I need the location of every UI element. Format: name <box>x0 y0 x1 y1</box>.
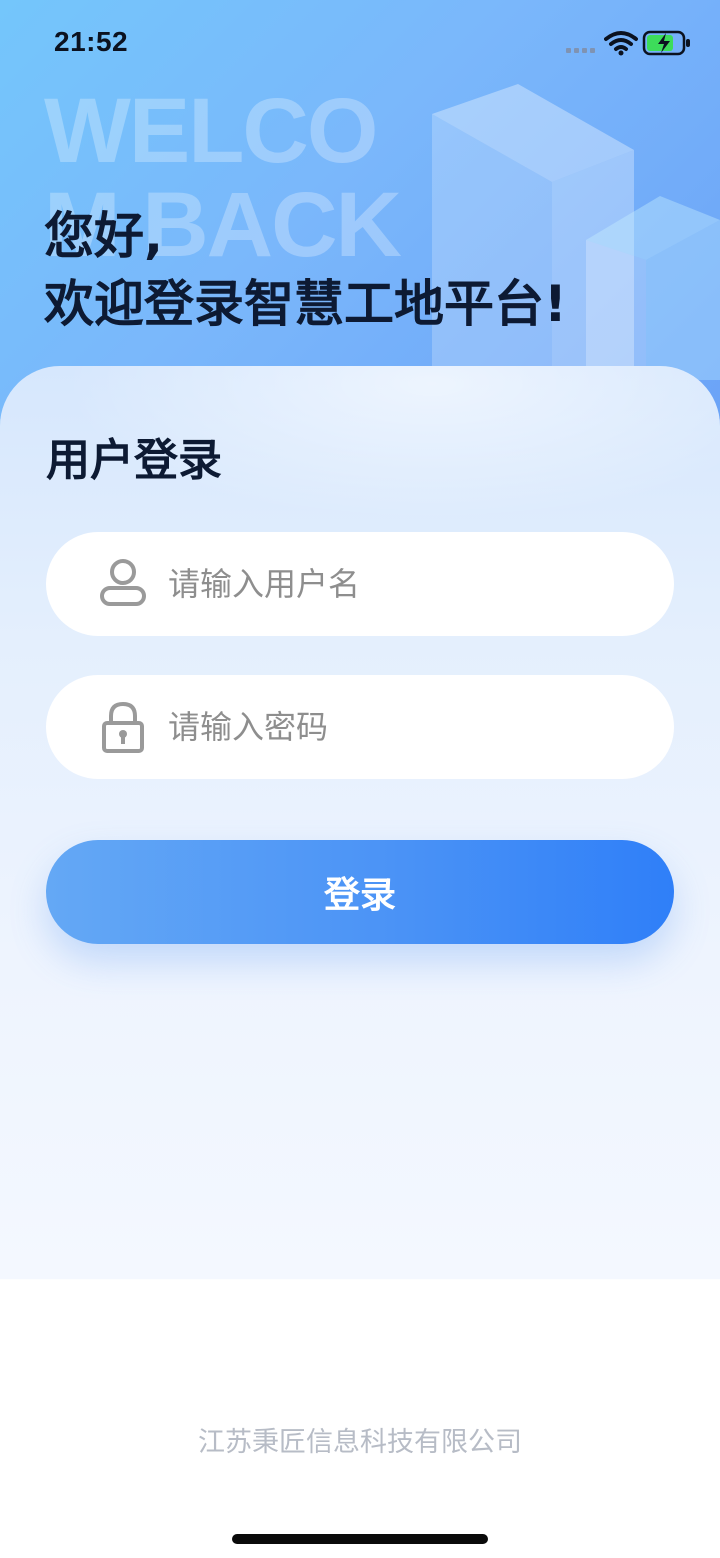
greeting: 您好, 欢迎登录智慧工地平台! <box>44 202 567 338</box>
status-time: 21:52 <box>54 26 129 57</box>
login-button[interactable]: 登录 <box>46 840 674 944</box>
greeting-line-1: 您好, <box>44 207 163 265</box>
lock-icon <box>102 701 144 753</box>
wifi-icon <box>604 31 638 56</box>
greeting-line-2: 欢迎登录智慧工地平台! <box>44 275 567 333</box>
login-card: 用户登录 登录 <box>0 366 720 1280</box>
battery-charging-icon <box>642 30 690 56</box>
home-indicator[interactable] <box>232 1534 488 1544</box>
username-input[interactable] <box>168 554 638 614</box>
company-name: 江苏秉匠信息科技有限公司 <box>198 1427 522 1458</box>
password-input[interactable] <box>168 697 638 757</box>
password-field[interactable] <box>46 675 674 779</box>
signal-icon <box>566 48 595 53</box>
username-field[interactable] <box>46 532 674 636</box>
status-bar: 21:52 <box>0 0 720 88</box>
user-icon <box>100 559 146 606</box>
login-title: 用户登录 <box>46 435 222 486</box>
